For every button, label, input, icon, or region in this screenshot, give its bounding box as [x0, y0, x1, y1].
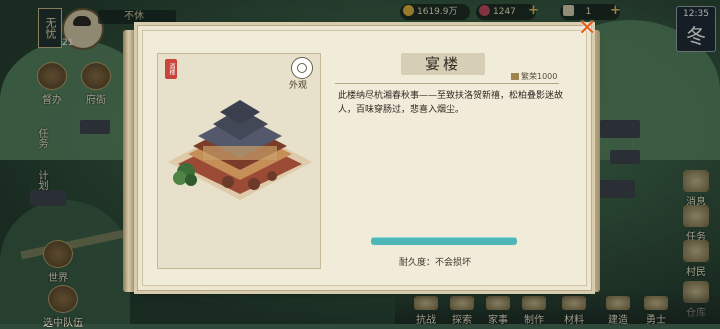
prosperity-text: 繁荣1000: [521, 72, 558, 81]
building-description: 此楼纳尽杭湘春秋事——至致扶洛贺新禧，松柏叠影迷故人，百味穿肠过，悲喜入烟尘。: [338, 91, 564, 115]
building-title: 宴楼: [401, 53, 485, 75]
building-info-dialog: 酒楼 外观 宴楼 繁荣1000 此楼纳尽杭湘春秋事——至致扶洛贺新禧，松柏叠影迷…: [137, 25, 592, 291]
appearance-label[interactable]: 外观: [289, 78, 307, 91]
durability-bar: [371, 237, 517, 245]
durability-label: 耐久度：不会损坏: [399, 258, 472, 268]
divider: [335, 83, 559, 84]
scroll-roller-left: [123, 30, 137, 292]
category-tag: 酒楼: [165, 59, 177, 79]
close-icon[interactable]: ✕: [578, 18, 596, 40]
prosperity-value: 繁荣1000: [511, 71, 557, 82]
prosperity-icon: [511, 73, 519, 80]
appearance-icon[interactable]: [291, 57, 313, 79]
